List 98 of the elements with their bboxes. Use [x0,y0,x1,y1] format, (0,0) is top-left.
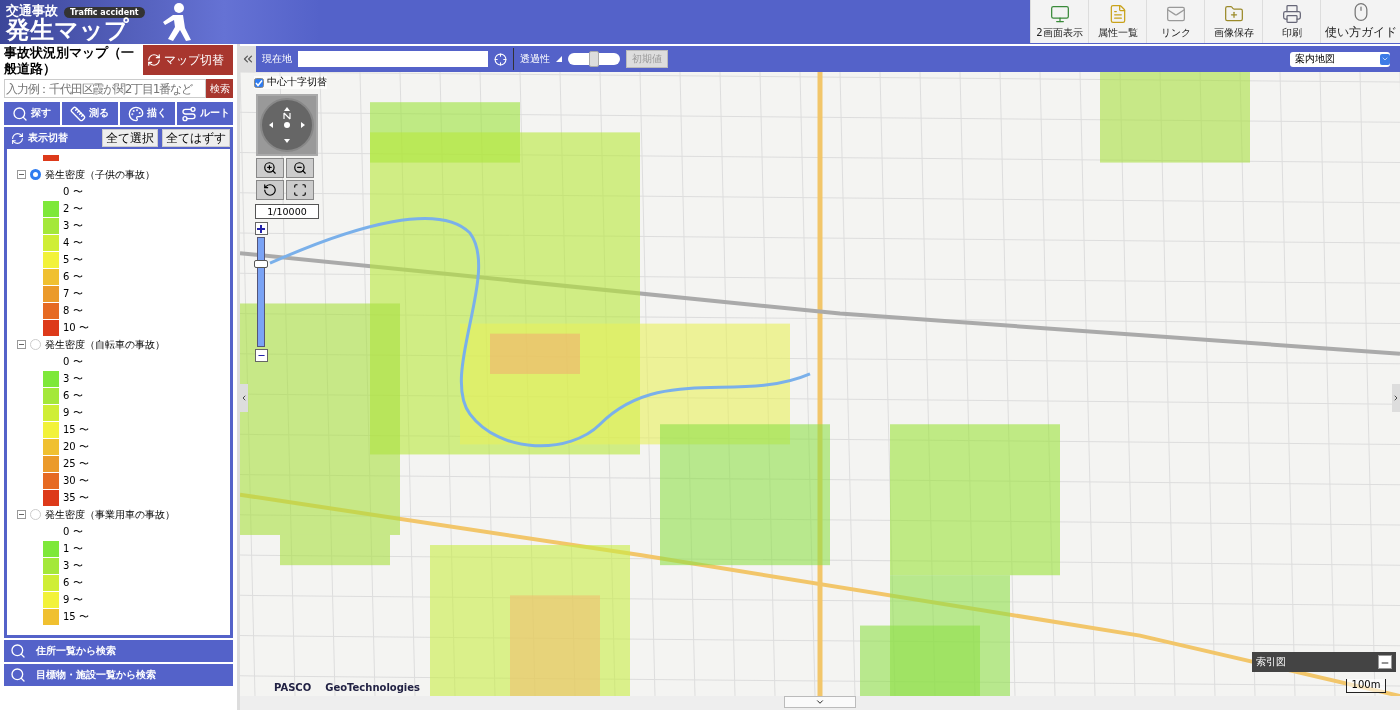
legend-label: 6 〜 [63,575,83,590]
layer-radio[interactable] [30,339,41,350]
search-icon [10,667,26,683]
panel-title: 表示切替 [28,131,69,145]
tool-tab[interactable]: ルート [177,102,233,125]
legend-label: 0 〜 [63,184,83,199]
collapse-toggle[interactable] [17,510,26,519]
address-search-field[interactable]: 入力例：千代田区霞が関2丁目1番など [4,79,206,98]
legend-label: 30 〜 [63,473,89,488]
chevron-icon [1392,394,1400,402]
reset-view-button[interactable] [256,180,284,200]
legend-label: 35 〜 [63,490,89,505]
base-map-select[interactable]: 案内地図 [1290,51,1390,67]
collapse-toggle[interactable] [17,340,26,349]
tool-tab[interactable]: 探す [4,102,60,125]
triangle-icon [556,56,562,62]
legend-label: 15 〜 [63,422,89,437]
folder-icon [1223,3,1244,24]
scan-icon [293,183,307,197]
layer-name: 発生密度（事業用車の事故） [45,507,175,522]
zoom-in-icon [263,161,277,175]
search-accordion[interactable]: 目標物・施設一覧から検索 [4,664,233,686]
location-label: 現在地 [262,52,292,66]
scale-field[interactable]: 1/10000 [255,204,319,219]
expand-handle[interactable] [784,696,856,708]
center-cross-checkbox[interactable]: 中心十字切替 [254,76,327,89]
legend-label: 1 〜 [63,541,83,556]
monitor-icon [1049,3,1070,24]
chevron-icon [240,394,248,402]
legend-label: 8 〜 [63,303,83,318]
route-icon [180,105,197,122]
index-map-title: 索引図 [1256,655,1286,669]
legend-label: 3 〜 [63,371,83,386]
legend-label: 4 〜 [63,235,83,250]
legend-label: 10 〜 [63,320,89,335]
palette-icon [127,105,144,122]
refresh-icon [11,131,24,145]
zoom-out-button[interactable] [286,158,314,178]
layer-radio[interactable] [30,169,41,180]
chevron-icon [1381,55,1389,63]
logo-subtitle: Traffic accident [64,7,145,18]
opacity-label: 透過性 [520,52,550,66]
zoom-out-icon [293,161,307,175]
tool-tab[interactable]: 測る [61,102,118,125]
layer-name: 発生密度（自転車の事故） [45,337,165,352]
zoom-plus-button[interactable] [254,222,268,235]
select-toggle-button[interactable]: 全てはずす [162,129,230,147]
zoom-in-button[interactable] [256,158,284,178]
collapse-toggle[interactable] [17,170,26,179]
minimize-button[interactable] [1378,655,1392,669]
map-credit: GeoTechnologies [325,682,420,693]
collapse-button[interactable] [240,46,256,72]
legend-label: 5 〜 [63,252,83,267]
legend-label: 25 〜 [63,456,89,471]
search-icon [12,105,29,122]
legend-label: 9 〜 [63,405,83,420]
checkbox-icon[interactable] [254,77,264,88]
printer-icon [1281,3,1302,24]
select-toggle-button[interactable]: 全て選択 [102,129,158,147]
search-icon [10,643,26,659]
pan-control[interactable] [256,94,318,156]
legend-label: 2 〜 [63,201,83,216]
double-chevron-icon [241,52,255,66]
legend-label: 3 〜 [63,558,83,573]
slider-thumb[interactable] [589,51,599,67]
layer-name: 発生密度（子供の事故） [45,167,155,182]
legend-label: 9 〜 [63,592,83,607]
zoom-minus-button[interactable] [254,349,268,362]
legend-label: 20 〜 [63,439,89,454]
map-title: 事故状況別マップ（一般道路） [4,45,135,77]
tool-tab[interactable]: 描く [119,102,176,125]
map-switch-button[interactable]: マップ切替 [143,45,233,75]
map-credit: PASCO [274,682,312,693]
zoom-slider[interactable] [257,237,265,347]
refresh-icon [147,53,161,67]
legend-label: 6 〜 [63,269,83,284]
legend-label: 15 〜 [63,609,89,624]
legend-label: 6 〜 [63,388,83,403]
scale-bar: 100m [1346,679,1386,693]
location-field[interactable] [298,51,488,67]
legend-label: 0 〜 [63,354,83,369]
legend-label: 7 〜 [63,286,83,301]
legend-label: 0 〜 [63,524,83,539]
logo-title: 交通事故 [6,3,58,18]
plus-icon [257,224,265,233]
chevron-icon [815,697,825,707]
zoom-thumb[interactable] [254,259,268,268]
opacity-slider[interactable] [568,53,620,65]
zoom-box-button[interactable] [286,180,314,200]
legend-label: 3 〜 [63,218,83,233]
rotate-icon [263,183,277,197]
layer-radio[interactable] [30,509,41,520]
logo-title: 発生マップ [6,18,130,42]
crosshair-icon[interactable] [494,52,507,66]
ruler-icon [70,105,87,122]
search-accordion[interactable]: 住所一覧から検索 [4,640,233,662]
search-button[interactable]: 検索 [206,79,233,98]
compass-icon [267,105,307,145]
